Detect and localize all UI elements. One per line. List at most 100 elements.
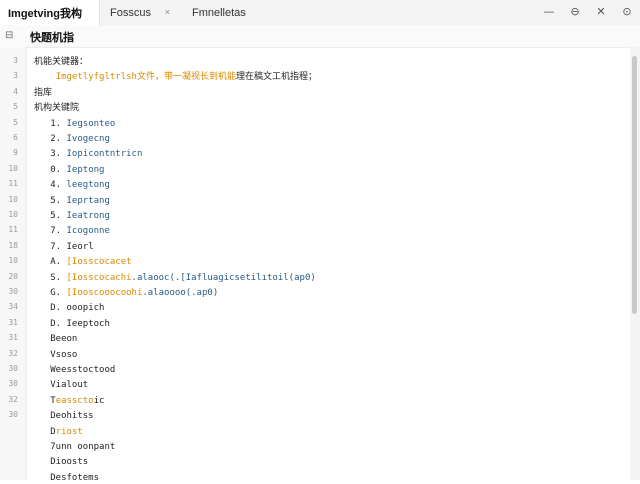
code-token: 7. xyxy=(34,241,67,252)
code-token: 7unn oonpant xyxy=(34,442,116,452)
minimize-icon[interactable]: — xyxy=(536,0,562,25)
close-icon[interactable]: × xyxy=(165,7,170,17)
code-line: Vsoso xyxy=(34,349,77,361)
code-token: 7. xyxy=(34,226,67,237)
code-line: Deohitss xyxy=(34,410,93,422)
code-line: 2. Ivogecng xyxy=(34,133,110,145)
code-token: S. xyxy=(34,272,67,283)
code-line: D. Ieeptoch xyxy=(34,318,110,330)
code-token: Ieeptoch xyxy=(66,318,110,329)
code-token: Beeon xyxy=(34,334,78,345)
code-token: 文件，带 xyxy=(136,72,173,83)
code-line: 5. Ieatrong xyxy=(34,210,110,222)
code-token: riost xyxy=(55,426,83,437)
settings-icon[interactable]: ⊙ xyxy=(614,0,640,25)
line-number: 31 xyxy=(8,333,18,343)
line-number: 4 xyxy=(13,86,18,96)
code-line: 机能关键器： xyxy=(34,56,88,68)
line-number: 10 xyxy=(8,256,18,266)
code-token: 指库 xyxy=(34,87,53,98)
restore-icon[interactable]: ⊖ xyxy=(562,0,588,25)
line-number: 30 xyxy=(8,379,18,389)
line-number: 10 xyxy=(8,210,18,219)
code-token: leegtong xyxy=(66,180,110,191)
code-token: T xyxy=(34,395,56,406)
code-line: Vialout xyxy=(34,379,88,391)
line-number: 5 xyxy=(13,117,18,127)
line-number: 11 xyxy=(8,225,18,235)
code-token: 4. xyxy=(34,180,67,191)
document-title: 快题机指 xyxy=(30,32,74,44)
line-number: 30 xyxy=(8,287,18,296)
line-number: 3 xyxy=(13,71,18,81)
line-number: 31 xyxy=(8,317,18,327)
close-window-icon[interactable]: ✕ xyxy=(588,0,614,25)
code-line: Imgetlyfgltrlsh文件，带一凝视长到机能理在稿文工机指程； xyxy=(34,71,317,83)
code-token: ooopich xyxy=(66,303,105,314)
code-line: Dioosts xyxy=(34,456,88,468)
code-line: Desfotems xyxy=(34,472,99,484)
code-token: [Iosscocacet xyxy=(66,257,132,268)
code-token: A. xyxy=(34,257,67,268)
code-line: 7unn oonpant xyxy=(34,441,115,453)
code-token: G. xyxy=(34,288,67,298)
code-token: D xyxy=(34,426,56,437)
tab-fosscus[interactable]: Fosscus × xyxy=(100,0,176,25)
code-token: [Iooscooocoohi xyxy=(66,288,143,298)
code-token: 机构关键院 xyxy=(34,103,80,114)
code-line: D. ooopich xyxy=(34,302,104,314)
code-token: ic xyxy=(93,395,105,406)
code-token: Iopicontntricn xyxy=(66,149,143,160)
code-line: 3. Iopicontntricn xyxy=(34,148,142,160)
code-token: easscto xyxy=(55,395,94,406)
line-number: 9 xyxy=(13,148,18,158)
code-token: Ieprtang xyxy=(66,195,110,206)
line-number: 18 xyxy=(8,240,18,250)
tab-imgetving[interactable]: Imgetving我构 xyxy=(0,0,100,25)
line-number: 11 xyxy=(8,179,18,189)
code-token: .alaoooo(.ap0) xyxy=(142,288,219,298)
line-number: 6 xyxy=(13,133,18,142)
line-number-gutter: 3 3 4 5 5 6 9 10 11 10 10 11 18 10 20 30 34 31 31 32 30 30 32 3… xyxy=(0,47,27,480)
code-token: 到机能 xyxy=(209,72,237,83)
code-token: Vsoso xyxy=(34,349,78,360)
code-token: Ivogecng xyxy=(66,134,110,144)
line-number: 20 xyxy=(8,271,18,281)
window-controls: — ⊖ ✕ ⊙ xyxy=(536,0,640,25)
scrollbar-thumb[interactable] xyxy=(632,56,637,314)
code-line: 0. Ieptong xyxy=(34,164,104,176)
tab-fmnelletas[interactable]: Fmnelletas xyxy=(176,0,246,25)
code-token: Ieptong xyxy=(66,164,105,175)
code-token: [Iosscocachi xyxy=(66,272,132,283)
document-header: ⊟ 快题机指 xyxy=(0,25,640,48)
code-line: Driost xyxy=(34,426,83,438)
code-line: G. [Iooscooocoohi.alaoooo(.ap0) xyxy=(34,287,218,299)
code-token: .alaooc(.[Iafluagicsetilıtoil(ap0) xyxy=(131,272,316,283)
line-number: 30 xyxy=(8,364,18,373)
code-token: Ieatrong xyxy=(66,211,110,221)
code-line: Beeon xyxy=(34,333,77,345)
code-line: 4. leegtong xyxy=(34,179,110,191)
line-number: 34 xyxy=(8,302,18,312)
code-token: 一凝视长 xyxy=(172,72,209,83)
code-token: Vialout xyxy=(34,380,89,391)
code-token: 2. xyxy=(34,134,67,144)
code-line: S. [Iosscocachi.alaooc(.[Iafluagicsetilı… xyxy=(34,272,316,284)
title-bar: Imgetving我构 Fosscus × Fmnelletas — ⊖ ✕ ⊙ xyxy=(0,0,640,26)
code-line: A. [Iosscocacet xyxy=(34,256,132,268)
code-token: 5. xyxy=(34,211,67,221)
line-number: 10 xyxy=(8,163,18,173)
line-number: 32 xyxy=(8,394,18,404)
code-line: 5. Ieprtang xyxy=(34,195,110,207)
document-icon[interactable]: ⊟ xyxy=(5,30,13,41)
code-line: 指库 xyxy=(34,87,52,99)
code-token: Imgetlyfgltrlsh xyxy=(55,72,137,83)
code-line: 1. Iegsonteo xyxy=(34,118,115,130)
code-line: Weesstoctood xyxy=(34,364,115,376)
code-token: D. xyxy=(34,303,67,314)
tab-label: Fosscus xyxy=(110,6,151,19)
editor-area[interactable]: 机能关键器： Imgetlyfgltrlsh文件，带一凝视长到机能理在稿文工机指… xyxy=(26,47,630,483)
line-number: 32 xyxy=(8,348,18,358)
code-token: 3. xyxy=(34,149,67,160)
code-line: Teassctoic xyxy=(34,395,104,407)
